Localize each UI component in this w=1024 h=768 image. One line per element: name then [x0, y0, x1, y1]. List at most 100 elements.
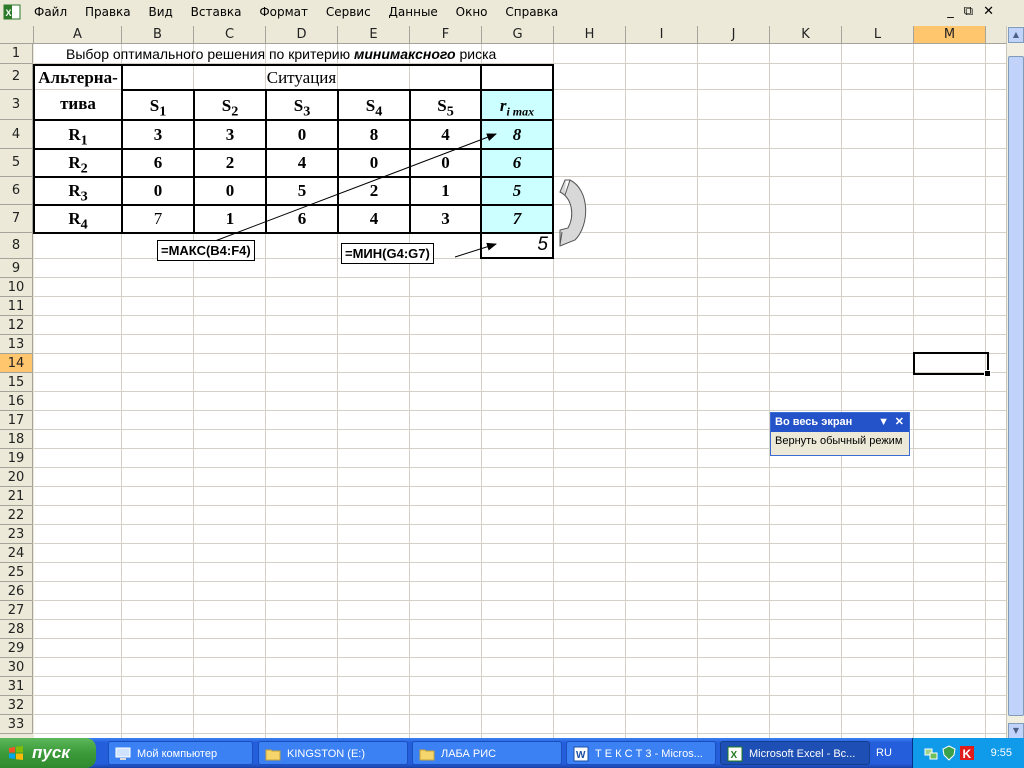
column-header-c[interactable]: C	[194, 26, 266, 44]
value-r4-s5[interactable]: 3	[411, 206, 480, 232]
value-r3-s4[interactable]: 2	[339, 178, 409, 204]
value-r3-s3[interactable]: 5	[267, 178, 337, 204]
select-all-corner[interactable]	[0, 26, 34, 44]
menu-data[interactable]: Данные	[389, 5, 438, 19]
minimize-button[interactable]: _	[947, 4, 964, 19]
rmax-r4[interactable]: 7	[482, 206, 552, 232]
row-header-24[interactable]: 24	[0, 544, 33, 563]
row-header-19[interactable]: 19	[0, 449, 33, 468]
row-header-28[interactable]: 28	[0, 620, 33, 639]
value-r3-s1[interactable]: 0	[123, 178, 193, 204]
row-header-21[interactable]: 21	[0, 487, 33, 506]
row-header-1[interactable]: 1	[0, 44, 33, 64]
column-header-h[interactable]: H	[554, 26, 626, 44]
scroll-thumb[interactable]	[1008, 56, 1024, 716]
row-header-12[interactable]: 12	[0, 316, 33, 335]
value-r4-s2[interactable]: 1	[195, 206, 265, 232]
value-r2-s2[interactable]: 2	[195, 150, 265, 176]
excel-app-icon[interactable]: X	[3, 3, 21, 21]
menu-edit[interactable]: Правка	[85, 5, 131, 19]
close-fullscreen-button[interactable]: Вернуть обычный режим	[771, 432, 909, 450]
value-r2-s4[interactable]: 0	[339, 150, 409, 176]
antivirus-icon[interactable]: K	[959, 745, 975, 761]
row-header-2[interactable]: 2	[0, 64, 33, 90]
rmax-r1[interactable]: 8	[482, 122, 552, 148]
value-r3-s2[interactable]: 0	[195, 178, 265, 204]
row-header-26[interactable]: 26	[0, 582, 33, 601]
menu-window[interactable]: Окно	[456, 5, 488, 19]
row-header-15[interactable]: 15	[0, 373, 33, 392]
value-r2-s3[interactable]: 4	[267, 150, 337, 176]
menu-file[interactable]: Файл	[34, 5, 67, 19]
min-result-cell[interactable]: 5	[482, 234, 548, 256]
column-header-d[interactable]: D	[266, 26, 338, 44]
row-header-3[interactable]: 3	[0, 90, 33, 120]
row-header-14[interactable]: 14	[0, 354, 33, 373]
task-my-computer[interactable]: Мой компьютер	[108, 741, 253, 765]
rmax-r3[interactable]: 5	[482, 178, 552, 204]
row-header-8[interactable]: 8	[0, 233, 33, 259]
value-r2-s5[interactable]: 0	[411, 150, 480, 176]
row-header-33[interactable]: 33	[0, 715, 33, 734]
column-header-e[interactable]: E	[338, 26, 410, 44]
close-button[interactable]: ✕	[983, 4, 1004, 19]
menu-tools[interactable]: Сервис	[326, 5, 371, 19]
value-r4-s3[interactable]: 6	[267, 206, 337, 232]
row-header-17[interactable]: 17	[0, 411, 33, 430]
row-header-18[interactable]: 18	[0, 430, 33, 449]
column-header-g[interactable]: G	[482, 26, 554, 44]
row-header-20[interactable]: 20	[0, 468, 33, 487]
row-header-16[interactable]: 16	[0, 392, 33, 411]
selected-cell-m14[interactable]	[913, 352, 991, 377]
row-header-11[interactable]: 11	[0, 297, 33, 316]
column-header-m[interactable]: M	[914, 26, 986, 44]
column-header-i[interactable]: I	[626, 26, 698, 44]
row-header-22[interactable]: 22	[0, 506, 33, 525]
value-r1-s4[interactable]: 8	[339, 122, 409, 148]
value-r1-s3[interactable]: 0	[267, 122, 337, 148]
task-word-document[interactable]: W Т Е К С Т 3 - Micros...	[566, 741, 716, 765]
value-r1-s2[interactable]: 3	[195, 122, 265, 148]
scroll-up-icon[interactable]: ▲	[1008, 27, 1024, 43]
menu-insert[interactable]: Вставка	[191, 5, 242, 19]
menu-format[interactable]: Формат	[259, 5, 308, 19]
row-header-32[interactable]: 32	[0, 696, 33, 715]
fill-handle[interactable]	[984, 370, 991, 377]
row-header-10[interactable]: 10	[0, 278, 33, 297]
row-header-27[interactable]: 27	[0, 601, 33, 620]
task-laba-ris[interactable]: ЛАБА РИС	[412, 741, 562, 765]
scroll-down-icon[interactable]: ▼	[1008, 723, 1024, 739]
language-indicator[interactable]: RU	[876, 738, 892, 768]
row-header-5[interactable]: 5	[0, 149, 33, 177]
column-header-b[interactable]: B	[122, 26, 194, 44]
row-header-31[interactable]: 31	[0, 677, 33, 696]
value-r1-s5[interactable]: 4	[411, 122, 480, 148]
row-header-4[interactable]: 4	[0, 120, 33, 149]
column-header-j[interactable]: J	[698, 26, 770, 44]
value-r2-s1[interactable]: 6	[123, 150, 193, 176]
row-header-25[interactable]: 25	[0, 563, 33, 582]
menu-help[interactable]: Справка	[505, 5, 558, 19]
value-r4-s4[interactable]: 4	[339, 206, 409, 232]
value-r4-s1[interactable]: 7	[123, 206, 193, 232]
restore-button[interactable]: ⧉	[964, 4, 983, 19]
start-button[interactable]: пуск	[0, 738, 96, 768]
row-header-30[interactable]: 30	[0, 658, 33, 677]
menu-view[interactable]: Вид	[148, 5, 172, 19]
column-header-a[interactable]: A	[34, 26, 122, 44]
row-header-7[interactable]: 7	[0, 205, 33, 233]
fullscreen-toolbar-title[interactable]: Во весь экран ▼ ✕	[771, 413, 909, 432]
task-excel[interactable]: X Microsoft Excel - Вс...	[720, 741, 870, 765]
toolbar-options-icon[interactable]: ▼	[878, 413, 889, 432]
row-header-23[interactable]: 23	[0, 525, 33, 544]
column-header-k[interactable]: K	[770, 26, 842, 44]
value-r1-s1[interactable]: 3	[123, 122, 193, 148]
value-r3-s5[interactable]: 1	[411, 178, 480, 204]
toolbar-close-icon[interactable]: ✕	[895, 413, 904, 432]
task-kingston-drive[interactable]: KINGSTON (E:)	[258, 741, 408, 765]
vertical-scrollbar[interactable]: ▲ ▼	[1006, 26, 1024, 742]
network-icon[interactable]	[923, 745, 939, 761]
column-header-l[interactable]: L	[842, 26, 914, 44]
column-header-f[interactable]: F	[410, 26, 482, 44]
row-header-13[interactable]: 13	[0, 335, 33, 354]
